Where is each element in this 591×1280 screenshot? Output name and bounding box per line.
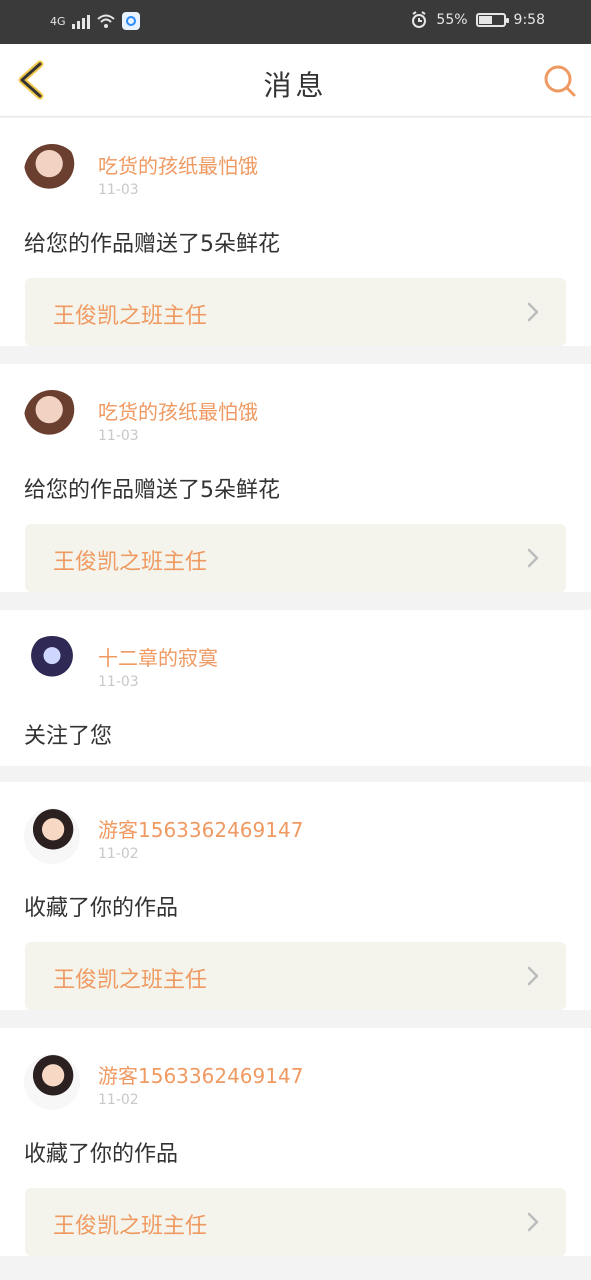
chevron-right-icon <box>527 1212 539 1232</box>
clock: 9:58 <box>513 12 545 28</box>
message-header: 游客1563362469147 11-02 <box>0 1028 591 1110</box>
message-date: 11-02 <box>98 1092 139 1108</box>
card-padding <box>0 750 591 766</box>
message-card[interactable]: 吃货的孩纸最怕饿 11-03 给您的作品赠送了5朵鲜花 王俊凯之班主任 <box>0 364 591 592</box>
message-card[interactable]: 十二章的寂寞 11-03 关注了您 <box>0 610 591 766</box>
top-nav-bar: 消息 <box>0 44 591 117</box>
work-reference-card[interactable]: 王俊凯之班主任 <box>25 278 566 346</box>
status-bar: 4G 55% 9:58 <box>0 0 591 44</box>
work-reference-card[interactable]: 王俊凯之班主任 <box>25 942 566 1010</box>
work-reference-card[interactable]: 王俊凯之班主任 <box>25 524 566 592</box>
chevron-right-icon <box>527 966 539 986</box>
chevron-right-icon <box>527 302 539 322</box>
username[interactable]: 吃货的孩纸最怕饿 <box>98 150 258 179</box>
message-card[interactable]: 游客1563362469147 11-02 收藏了你的作品 王俊凯之班主任 <box>0 1028 591 1256</box>
message-text: 给您的作品赠送了5朵鲜花 <box>24 478 280 503</box>
message-date: 11-03 <box>98 182 139 198</box>
message-header: 游客1563362469147 11-02 <box>0 782 591 864</box>
username[interactable]: 十二章的寂寞 <box>98 642 218 671</box>
message-header: 吃货的孩纸最怕饿 11-03 <box>0 118 591 200</box>
signal-icon <box>71 13 90 29</box>
status-left: 4G <box>50 12 140 30</box>
alarm-icon <box>412 11 427 28</box>
avatar[interactable] <box>24 144 80 200</box>
avatar[interactable] <box>24 1054 80 1110</box>
message-feed: 吃货的孩纸最怕饿 11-03 给您的作品赠送了5朵鲜花 王俊凯之班主任 吃货的孩… <box>0 118 591 1274</box>
message-text: 收藏了你的作品 <box>24 896 179 921</box>
message-text: 收藏了你的作品 <box>24 1142 179 1167</box>
avatar[interactable] <box>24 808 80 864</box>
avatar[interactable] <box>24 636 80 692</box>
message-text: 关注了您 <box>24 724 113 749</box>
battery-icon <box>475 13 509 27</box>
chevron-right-icon <box>527 548 539 568</box>
app-notification-icon <box>121 12 140 30</box>
work-title: 王俊凯之班主任 <box>53 550 208 575</box>
message-date: 11-03 <box>98 674 139 690</box>
username[interactable]: 游客1563362469147 <box>98 1060 303 1089</box>
status-right: 55% 9:58 <box>410 11 545 29</box>
page-title: 消息 <box>263 69 328 102</box>
message-header: 十二章的寂寞 11-03 <box>0 610 591 692</box>
username[interactable]: 游客1563362469147 <box>98 814 303 843</box>
battery-percent: 55% <box>436 12 468 28</box>
avatar[interactable] <box>24 390 80 446</box>
work-title: 王俊凯之班主任 <box>53 1214 208 1239</box>
message-date: 11-03 <box>98 428 139 444</box>
message-date: 11-02 <box>98 846 139 862</box>
message-text: 给您的作品赠送了5朵鲜花 <box>24 232 280 257</box>
message-card[interactable]: 游客1563362469147 11-02 收藏了你的作品 王俊凯之班主任 <box>0 782 591 1010</box>
message-header: 吃货的孩纸最怕饿 11-03 <box>0 364 591 446</box>
work-title: 王俊凯之班主任 <box>53 304 208 329</box>
work-reference-card[interactable]: 王俊凯之班主任 <box>25 1188 566 1256</box>
username[interactable]: 吃货的孩纸最怕饿 <box>98 396 258 425</box>
wifi-icon <box>96 14 115 28</box>
work-title: 王俊凯之班主任 <box>53 968 208 993</box>
network-label: 4G <box>50 14 66 28</box>
search-icon[interactable] <box>543 64 577 98</box>
message-card[interactable]: 吃货的孩纸最怕饿 11-03 给您的作品赠送了5朵鲜花 王俊凯之班主任 <box>0 118 591 346</box>
